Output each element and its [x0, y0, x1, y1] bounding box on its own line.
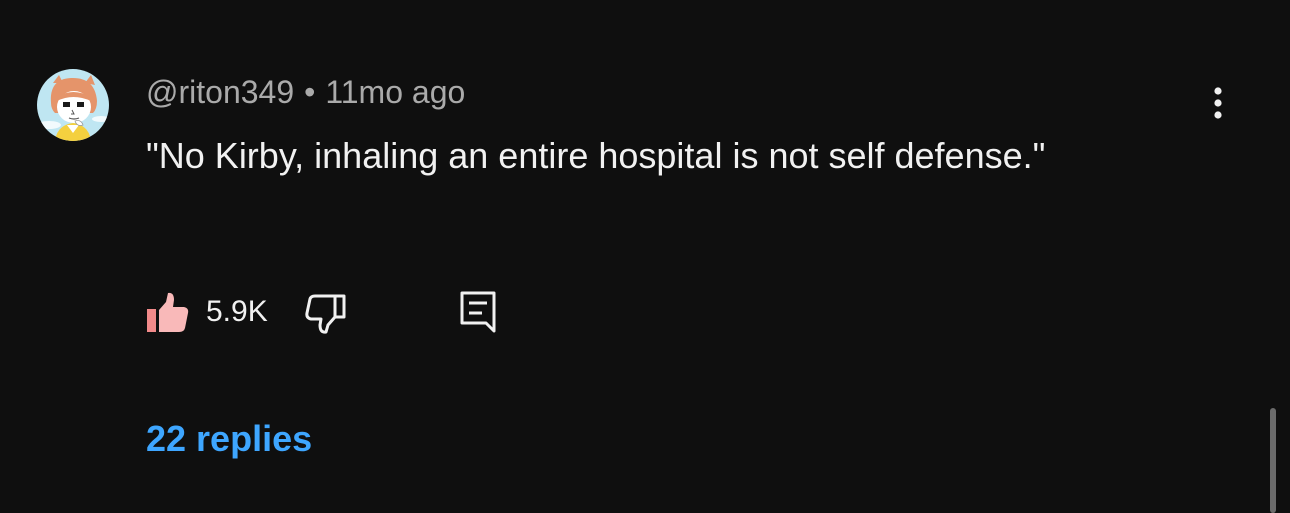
more-vertical-icon — [1214, 87, 1222, 119]
reply-comment-icon — [460, 291, 496, 333]
comment-text: "No Kirby, inhaling an entire hospital i… — [146, 135, 1046, 176]
view-replies-button[interactable]: 22 replies — [146, 418, 312, 460]
comment-thread: @riton349 • 11mo ago "No Kirby, inhaling a… — [0, 0, 1290, 513]
like-button[interactable]: 5.9K — [146, 290, 268, 334]
thumbs-down-icon — [305, 294, 346, 334]
comment-meta: @riton349 • 11mo ago — [146, 72, 1146, 112]
comment-timestamp[interactable]: 11mo ago — [325, 74, 465, 110]
author-name[interactable]: @riton349 — [146, 74, 294, 110]
avatar-illustration — [37, 69, 109, 141]
comment-actions: 5.9K — [146, 288, 498, 336]
dislike-button[interactable] — [304, 290, 348, 334]
meta-separator: • — [304, 74, 316, 110]
comment-body: @riton349 • 11mo ago "No Kirby, inhaling a… — [146, 72, 1146, 184]
reply-button[interactable] — [458, 290, 498, 334]
thumbs-up-icon — [147, 292, 189, 332]
more-actions-button[interactable] — [1200, 84, 1236, 124]
scrollbar-thumb[interactable] — [1270, 408, 1276, 513]
like-count: 5.9K — [206, 295, 268, 328]
avatar[interactable] — [37, 69, 109, 141]
